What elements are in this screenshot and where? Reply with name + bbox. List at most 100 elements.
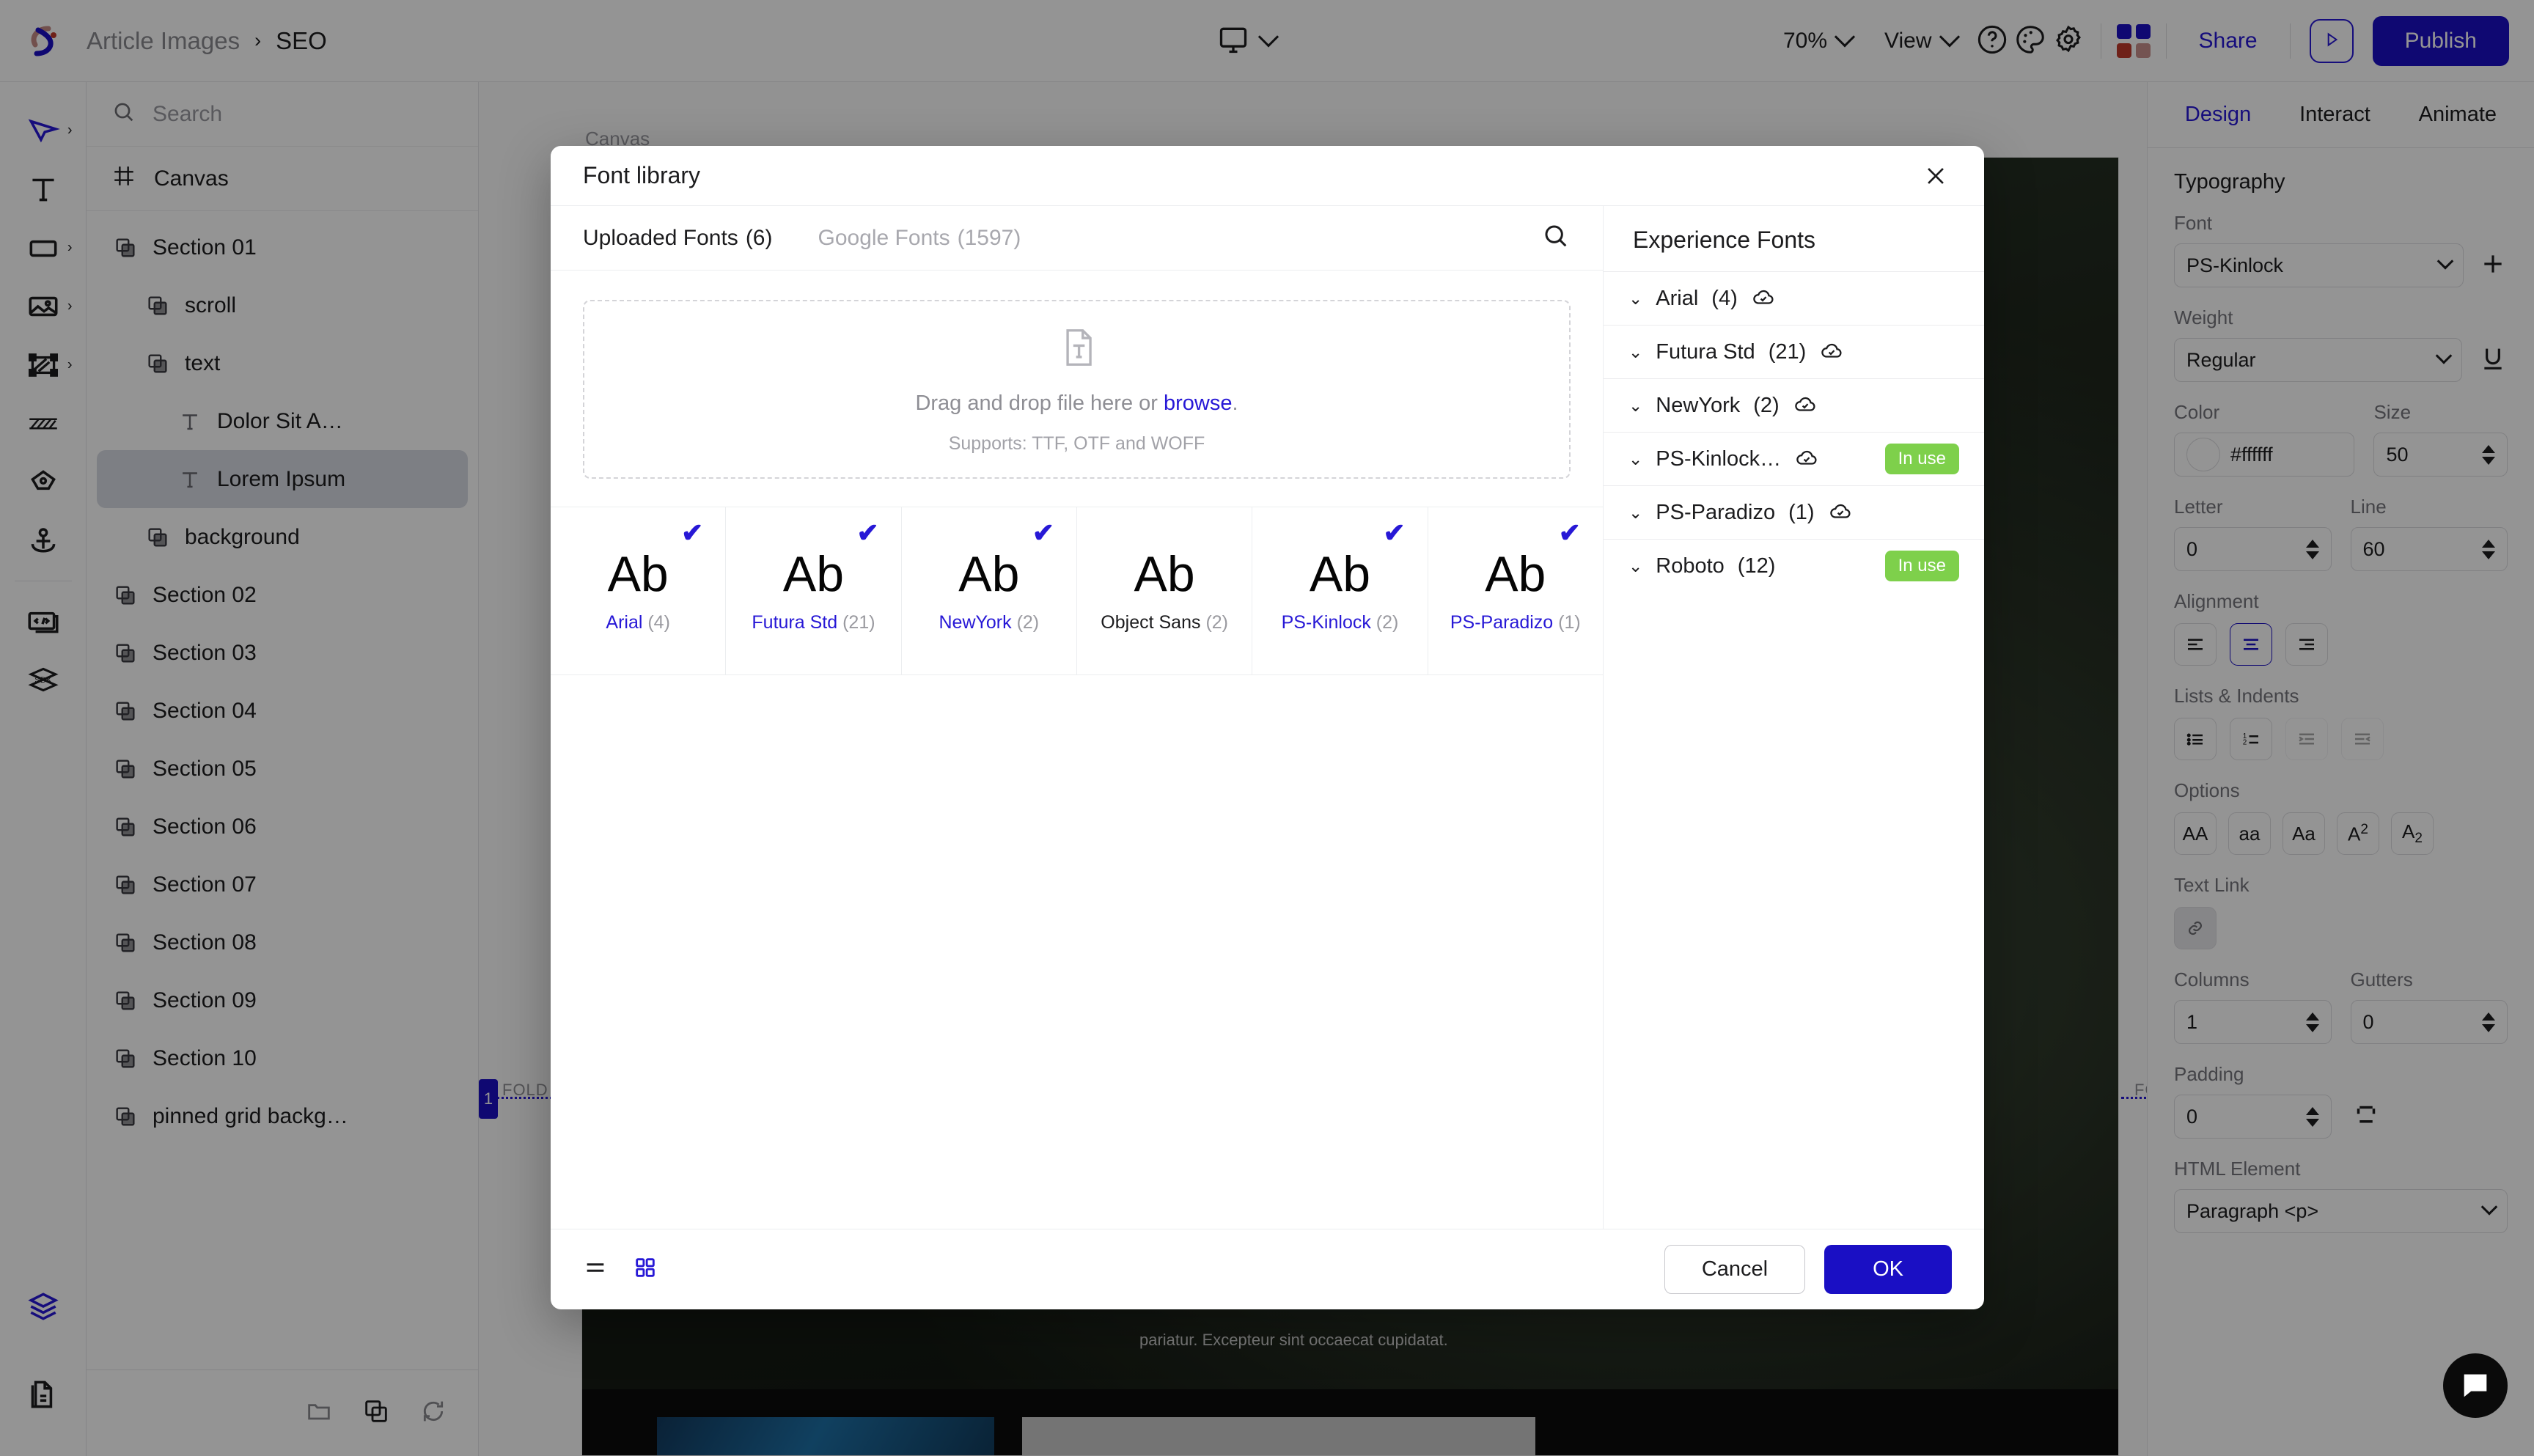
font-card-count: (21): [842, 611, 875, 633]
cloud-check-icon: [1794, 445, 1819, 474]
cloud-check-icon: [1819, 338, 1844, 367]
check-icon: ✔: [681, 518, 704, 548]
chat-bubble-icon: [2464, 1374, 2487, 1397]
tab-google-fonts[interactable]: Google Fonts (1597): [818, 226, 1021, 251]
experience-font-name: Arial: [1656, 286, 1699, 310]
font-card-label: Arial (4): [606, 612, 670, 633]
dialog-tabs: Uploaded Fonts (6) Google Fonts (1597): [551, 206, 1603, 271]
experience-font-name: PS-Kinlock…: [1656, 446, 1782, 471]
check-icon: ✔: [856, 518, 879, 548]
experience-font-row[interactable]: ⌄ PS-Kinlock… In use: [1604, 432, 1984, 485]
close-button[interactable]: [1920, 160, 1952, 192]
font-card-label: PS-Kinlock (2): [1282, 612, 1399, 633]
chat-support-button[interactable]: [2443, 1353, 2508, 1418]
font-card-name: PS-Paradizo: [1450, 611, 1554, 633]
check-icon: ✔: [1032, 518, 1054, 548]
chevron-down-icon[interactable]: ⌄: [1628, 556, 1642, 576]
font-card-count: (2): [1016, 611, 1040, 633]
font-card-label: PS-Paradizo (1): [1450, 612, 1581, 633]
ok-button[interactable]: OK: [1824, 1245, 1952, 1294]
experience-fonts-title: Experience Fonts: [1633, 227, 1816, 253]
list-view-icon: [587, 1263, 604, 1272]
experience-fonts-list: ⌄ Arial (4) ⌄ Futura Std (21) ⌄ NewYork (2) ⌄ PS-K…: [1604, 271, 1984, 592]
dropzone-text-after: .: [1232, 391, 1238, 415]
experience-font-name: PS-Paradizo: [1656, 500, 1776, 524]
tab-google-fonts-count: (1597): [957, 225, 1021, 250]
font-sample: Ab: [1485, 545, 1546, 602]
font-card-name: Arial: [606, 611, 643, 633]
chevron-down-icon[interactable]: ⌄: [1628, 503, 1642, 523]
experience-font-count: (12): [1737, 554, 1776, 578]
grid-view-button[interactable]: [633, 1255, 658, 1284]
font-card-count: (4): [647, 611, 670, 633]
font-dropzone[interactable]: Drag and drop file here or browse. Suppo…: [583, 300, 1571, 479]
chevron-down-icon[interactable]: ⌄: [1628, 289, 1642, 309]
font-card-name: Object Sans: [1101, 611, 1201, 633]
font-card[interactable]: Ab Object Sans (2): [1077, 507, 1253, 674]
font-card-count: (2): [1205, 611, 1228, 633]
font-search-button[interactable]: [1541, 221, 1571, 254]
chevron-down-icon[interactable]: ⌄: [1628, 449, 1642, 469]
font-card-grid: ✔ Ab Arial (4) ✔ Ab Futura Std (21) ✔ Ab NewYork…: [551, 507, 1603, 675]
cloud-check-icon: [1751, 284, 1776, 313]
tab-uploaded-fonts-label: Uploaded Fonts: [583, 225, 738, 250]
experience-font-name: Futura Std: [1656, 339, 1755, 364]
experience-font-name: Roboto: [1656, 554, 1725, 578]
dialog-title: Font library: [583, 162, 701, 188]
check-icon: ✔: [1383, 518, 1406, 548]
font-sample: Ab: [607, 545, 669, 602]
experience-font-name: NewYork: [1656, 393, 1741, 417]
close-icon: [1928, 167, 1944, 184]
tab-uploaded-fonts[interactable]: Uploaded Fonts (6): [583, 226, 772, 251]
font-card-name: Futura Std: [752, 611, 838, 633]
search-icon: [1545, 225, 1567, 247]
font-sample: Ab: [1309, 545, 1371, 602]
experience-fonts-pane: Experience Fonts ⌄ Arial (4) ⌄ Futura Std (21…: [1604, 206, 1984, 1229]
dialog-header: Font library: [551, 146, 1984, 206]
font-card-label: NewYork (2): [939, 612, 1040, 633]
font-card-count: (2): [1376, 611, 1399, 633]
dropzone-supports: Supports: TTF, OTF and WOFF: [948, 433, 1205, 454]
font-card-label: Futura Std (21): [752, 612, 875, 633]
experience-font-row[interactable]: ⌄ Arial (4): [1604, 271, 1984, 325]
tab-google-fonts-label: Google Fonts: [818, 225, 950, 250]
font-sample: Ab: [958, 545, 1020, 602]
tab-uploaded-fonts-count: (6): [745, 225, 773, 250]
font-card[interactable]: ✔ Ab Arial (4): [551, 507, 727, 674]
experience-font-row[interactable]: ⌄ Futura Std (21): [1604, 325, 1984, 378]
experience-font-row[interactable]: ⌄ NewYork (2): [1604, 378, 1984, 432]
experience-font-count: (4): [1711, 286, 1738, 310]
grid-view-icon: [636, 1258, 655, 1277]
font-card[interactable]: ✔ Ab PS-Paradizo (1): [1428, 507, 1603, 674]
experience-font-count: (21): [1768, 339, 1807, 364]
font-sample: Ab: [1134, 545, 1195, 602]
status-badge: In use: [1884, 444, 1959, 474]
experience-font-row[interactable]: ⌄ PS-Paradizo (1): [1604, 485, 1984, 539]
font-card-label: Object Sans (2): [1101, 612, 1228, 633]
check-icon: ✔: [1558, 518, 1581, 548]
uploaded-fonts-pane: Uploaded Fonts (6) Google Fonts (1597) D…: [551, 206, 1604, 1229]
list-view-button[interactable]: [583, 1255, 608, 1284]
cloud-check-icon: [1793, 391, 1818, 420]
font-library-dialog: Font library Uploaded Fonts (6) Google Fo…: [551, 146, 1984, 1309]
experience-font-count: (2): [1753, 393, 1780, 417]
font-card-count: (1): [1558, 611, 1581, 633]
font-card-name: NewYork: [939, 611, 1012, 633]
chevron-down-icon[interactable]: ⌄: [1628, 342, 1642, 362]
dropzone-text-before: Drag and drop file here or: [915, 391, 1164, 415]
font-card[interactable]: ✔ Ab PS-Kinlock (2): [1252, 507, 1428, 674]
font-card-name: PS-Kinlock: [1281, 611, 1371, 633]
cloud-check-icon: [1828, 499, 1853, 527]
font-sample: Ab: [782, 545, 845, 602]
experience-font-count: (1): [1788, 500, 1815, 524]
cancel-button[interactable]: Cancel: [1664, 1245, 1806, 1294]
dialog-footer: Cancel OK: [551, 1229, 1984, 1309]
chevron-down-icon[interactable]: ⌄: [1628, 396, 1642, 416]
dropzone-text: Drag and drop file here or browse.: [915, 391, 1238, 416]
browse-link[interactable]: browse: [1164, 391, 1233, 415]
font-card[interactable]: ✔ Ab Futura Std (21): [726, 507, 902, 674]
experience-font-row[interactable]: ⌄ Roboto (12) In use: [1604, 539, 1984, 592]
status-badge: In use: [1884, 551, 1959, 581]
font-file-icon: [1054, 325, 1100, 374]
font-card[interactable]: ✔ Ab NewYork (2): [902, 507, 1077, 674]
